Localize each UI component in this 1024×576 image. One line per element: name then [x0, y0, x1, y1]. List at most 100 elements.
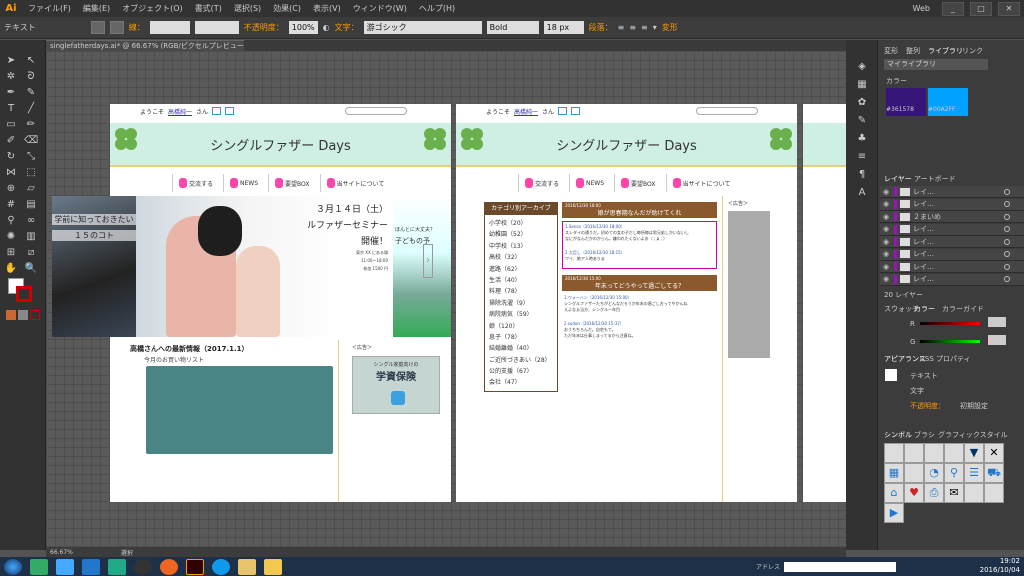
archive-item[interactable]: 進路（62）	[489, 264, 553, 275]
artboard-1[interactable]: ようこそ 高橋純一 さん シングルファザー Days 交流する NEWS 要望B…	[52, 104, 451, 502]
target-circle-icon[interactable]	[1004, 201, 1010, 207]
direct-selection-tool-icon[interactable]: ↖	[24, 54, 38, 68]
tab-layers[interactable]: レイヤー	[884, 174, 912, 184]
menu-type[interactable]: 書式(T)	[189, 3, 228, 14]
archive-item[interactable]: 会社（47）	[489, 377, 553, 388]
tab-symbols[interactable]: シンボル	[884, 430, 912, 440]
menu-select[interactable]: 選択(S)	[228, 3, 267, 14]
news-content-box[interactable]	[146, 366, 333, 454]
visibility-eye-icon[interactable]: ◉	[883, 225, 891, 233]
symbols-panel-icon[interactable]: ♣	[855, 132, 869, 146]
menu-window[interactable]: ウィンドウ(W)	[347, 3, 413, 14]
layer-row[interactable]: ◉ レイ…	[880, 248, 1024, 261]
home-icon[interactable]	[212, 107, 222, 115]
layer-name[interactable]: ２まいめ	[913, 212, 941, 222]
layer-row[interactable]: ◉ レイ…	[880, 273, 1024, 286]
menu-view[interactable]: 表示(V)	[307, 3, 347, 14]
opacity-label[interactable]: 不透明度：	[244, 22, 284, 33]
stroke-panel-icon[interactable]: ≡	[855, 150, 869, 164]
slide-left-card[interactable]: 学前に知っておきたい １５のコト	[52, 196, 136, 337]
clock[interactable]: 19:02 2016/10/04	[980, 557, 1020, 575]
rotate-tool-icon[interactable]: ↻	[4, 150, 18, 164]
selection-tool-icon[interactable]: ➤	[4, 54, 18, 68]
mail-icon[interactable]	[225, 107, 235, 115]
visibility-eye-icon[interactable]: ◉	[883, 188, 891, 196]
address-input[interactable]	[784, 561, 896, 572]
menu-file[interactable]: ファイル(F)	[22, 3, 77, 14]
target-circle-icon[interactable]	[1004, 251, 1010, 257]
taskbar-illustrator-icon[interactable]	[186, 558, 204, 575]
archive-item[interactable]: 公的支援（67）	[489, 366, 553, 377]
graph-tool-icon[interactable]: ▥	[24, 230, 38, 244]
layer-row[interactable]: ◉ レイ…	[880, 236, 1024, 248]
shaper-tool-icon[interactable]: ✐	[4, 134, 18, 148]
font-size-input[interactable]: 18 px	[543, 21, 584, 34]
menu-edit[interactable]: 編集(E)	[77, 3, 116, 14]
taskbar-skype-icon[interactable]	[212, 558, 230, 575]
target-circle-icon[interactable]	[1004, 238, 1010, 245]
visibility-eye-icon[interactable]: ◉	[883, 238, 891, 246]
target-circle-icon[interactable]	[1004, 276, 1010, 282]
recolor-icon[interactable]: ◐	[323, 23, 330, 32]
nav-news[interactable]: NEWS	[569, 174, 610, 192]
post2-header[interactable]: 2016/12/30 15:00 年末ってどうやって過ごしてる？	[562, 275, 717, 291]
layer-row[interactable]: ◉ レイ…	[880, 223, 1024, 236]
document-tab[interactable]: singlefatherdays.ai* @ 66.67% (RGB/ピクセルプ…	[46, 40, 244, 51]
layer-row[interactable]: ◉ レイ…	[880, 186, 1024, 198]
width-tool-icon[interactable]: ⋈	[4, 166, 18, 180]
visibility-eye-icon[interactable]: ◉	[883, 200, 891, 208]
perspective-tool-icon[interactable]: ▱	[24, 182, 38, 196]
scale-tool-icon[interactable]: ⤡	[24, 150, 38, 164]
layer-name[interactable]: レイ…	[913, 224, 934, 234]
mail-icon[interactable]	[571, 107, 581, 115]
target-circle-icon[interactable]	[1004, 213, 1010, 220]
lasso-tool-icon[interactable]: ᘐ	[24, 70, 38, 84]
archive-item[interactable]: 幼稚園（52）	[489, 229, 553, 240]
target-circle-icon[interactable]	[1004, 188, 1010, 195]
taskbar-app5-icon[interactable]	[238, 558, 256, 575]
layer-name[interactable]: レイ…	[913, 262, 934, 272]
artboard-tool-icon[interactable]: ⊞	[4, 246, 18, 260]
opacity-input[interactable]: 100%	[288, 21, 318, 34]
slide-next-arrow-icon[interactable]: ›	[423, 244, 433, 278]
maximize-button[interactable]: □	[970, 1, 992, 16]
taskbar-ie-icon[interactable]	[82, 558, 100, 575]
layer-name[interactable]: レイ…	[913, 199, 934, 209]
menu-object[interactable]: オブジェクト(O)	[116, 3, 189, 14]
swatches-panel-icon[interactable]: ▦	[855, 78, 869, 92]
archive-item[interactable]: 中学校（13）	[489, 241, 553, 252]
rectangle-tool-icon[interactable]: ▭	[4, 118, 18, 132]
symbol-sprayer-tool-icon[interactable]: ✺	[4, 230, 18, 244]
layer-name[interactable]: レイ…	[913, 274, 934, 284]
free-transform-tool-icon[interactable]: ⬚	[24, 166, 38, 180]
nav-exchange[interactable]: 交流する	[172, 174, 219, 192]
font-style-select[interactable]: Bold	[486, 21, 539, 34]
transform-label[interactable]: 変形	[662, 22, 678, 33]
color-g-input[interactable]	[988, 335, 1006, 345]
slide-right-card[interactable]: ほんとに大丈夫？ 子どもの予 ›	[393, 196, 451, 337]
tab-css-properties[interactable]: CSS プロパティ	[920, 354, 971, 364]
none-mode-icon[interactable]	[30, 310, 40, 320]
nav-request-box[interactable]: 要望BOX	[268, 174, 315, 192]
search-input[interactable]	[345, 107, 407, 115]
layer-name[interactable]: レイ…	[913, 187, 934, 197]
blend-tool-icon[interactable]: ∞	[24, 214, 38, 228]
menu-effect[interactable]: 効果(C)	[267, 3, 307, 14]
nav-exchange[interactable]: 交流する	[518, 174, 565, 192]
taskbar-app3-icon[interactable]	[108, 558, 126, 575]
target-circle-icon[interactable]	[1004, 263, 1010, 270]
archive-item[interactable]: 高校（32）	[489, 252, 553, 263]
ad-banner[interactable]: シングル家庭向けの 学資保険	[352, 356, 440, 414]
archive-item[interactable]: 息子（78）	[489, 332, 553, 343]
archive-item[interactable]: 小学校（20）	[489, 218, 553, 229]
symbol-blank-icon[interactable]	[984, 483, 1004, 503]
tab-graphic-styles[interactable]: グラフィックスタイル	[938, 430, 1008, 440]
visibility-eye-icon[interactable]: ◉	[883, 250, 891, 258]
layer-row[interactable]: ◉ レイ…	[880, 198, 1024, 211]
align-center-icon[interactable]: ≡	[629, 23, 636, 32]
symbol-close-icon[interactable]: ✕	[984, 443, 1004, 463]
home-icon[interactable]	[558, 107, 568, 115]
nav-about[interactable]: 当サイトについて	[319, 174, 391, 192]
layer-name[interactable]: レイ…	[913, 237, 934, 247]
eyedropper-tool-icon[interactable]: ⚲	[4, 214, 18, 228]
